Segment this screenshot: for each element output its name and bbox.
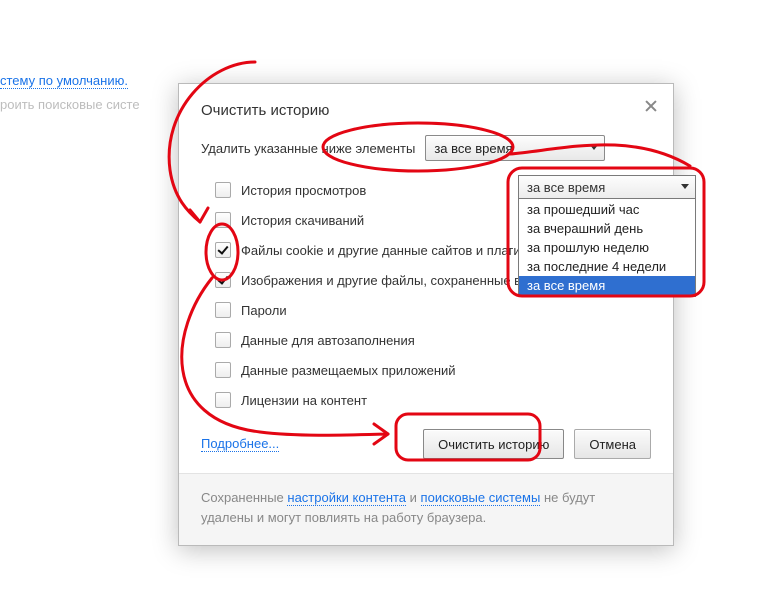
option-checkbox[interactable] [215,212,231,228]
time-range-value: за все время [434,141,512,156]
more-link[interactable]: Подробнее... [201,436,279,452]
option-checkbox[interactable] [215,362,231,378]
chevron-down-icon [590,145,598,150]
dropdown-option[interactable]: за прошлую неделю [519,238,695,257]
background-default-link: стему по умолчанию. [0,73,128,88]
option-row: Данные размещаемых приложений [215,355,651,385]
dropdown-option[interactable]: за последние 4 недели [519,257,695,276]
option-label: Данные для автозаполнения [241,333,415,348]
footer-link-content-settings[interactable]: настройки контента [287,490,406,506]
option-label: Пароли [241,303,287,318]
option-checkbox[interactable] [215,332,231,348]
actions-row: Подробнее... Очистить историю Отмена [201,429,651,459]
option-label: История просмотров [241,183,366,198]
cancel-button[interactable]: Отмена [574,429,651,459]
time-range-row: Удалить указанные ниже элементы за все в… [201,135,651,161]
option-checkbox[interactable] [215,242,231,258]
dropdown-option[interactable]: за все время [519,276,695,295]
time-range-dropdown[interactable]: за все время [425,135,605,161]
option-checkbox[interactable] [215,182,231,198]
option-checkbox[interactable] [215,272,231,288]
delete-elements-label: Удалить указанные ниже элементы [201,141,415,156]
background-search-engines-text: роить поисковые систе [0,97,140,112]
dropdown-head-label: за все время [527,180,605,195]
dialog-title: Очистить историю [201,102,329,119]
footer-text-prefix: Сохраненные [201,490,287,505]
dropdown-option[interactable]: за вчерашний день [519,219,695,238]
option-row: Данные для автозаполнения [215,325,651,355]
clear-history-button[interactable]: Очистить историю [423,429,564,459]
time-range-dropdown-expanded: за все время за прошедший часза вчерашни… [518,175,696,297]
option-label: Файлы cookie и другие данные сайтов и пл… [241,243,542,258]
close-icon[interactable] [643,98,659,114]
option-label: История скачиваний [241,213,364,228]
dropdown-option[interactable]: за прошедший час [519,200,695,219]
option-checkbox[interactable] [215,302,231,318]
chevron-down-icon [681,184,689,189]
option-checkbox[interactable] [215,392,231,408]
dialog-header: Очистить историю [179,84,673,127]
clear-history-dialog: Очистить историю Удалить указанные ниже … [178,83,674,546]
buttons: Очистить историю Отмена [423,429,651,459]
option-row: Лицензии на контент [215,385,651,415]
option-label: Изображения и другие файлы, сохраненные … [241,273,555,288]
dropdown-options: за прошедший часза вчерашний деньза прош… [519,199,695,296]
option-row: Пароли [215,295,651,325]
option-label: Лицензии на контент [241,393,367,408]
dialog-footer: Сохраненные настройки контента и поисков… [179,473,673,545]
footer-text-mid: и [406,490,421,505]
time-range-dropdown-expanded-head[interactable]: за все время [519,176,695,199]
option-label: Данные размещаемых приложений [241,363,456,378]
link-default-system[interactable]: стему по умолчанию. [0,73,128,89]
footer-link-search-engines[interactable]: поисковые системы [421,490,541,506]
